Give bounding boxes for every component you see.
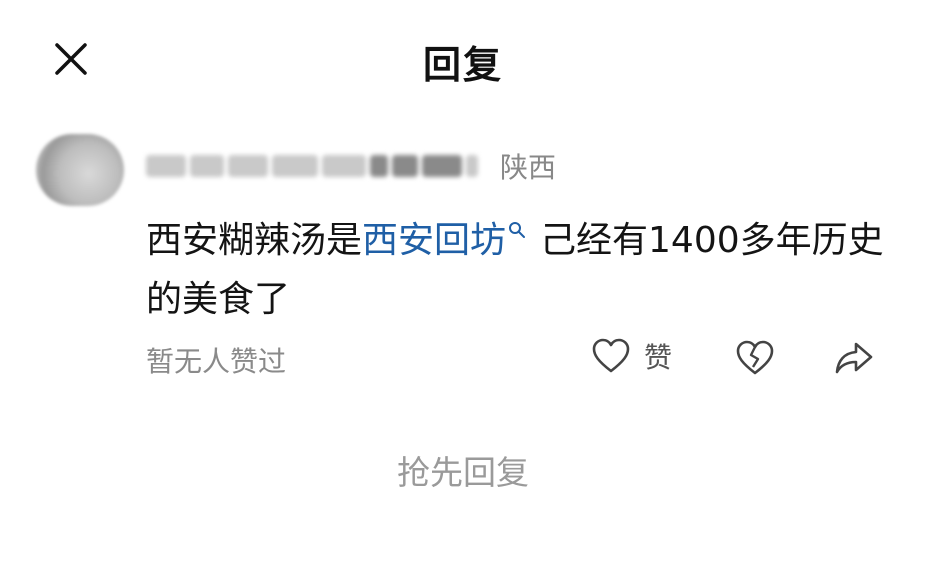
comment-text: 西安糊辣汤是西安回坊 己经有1400多年历史的美食了 xyxy=(146,204,886,329)
location-label: 陕西 xyxy=(500,151,557,184)
search-icon[interactable] xyxy=(508,204,526,263)
reply-first-button[interactable]: 抢先回复 xyxy=(0,446,926,494)
dislike-button[interactable] xyxy=(736,340,774,380)
likes-status: 暂无人赞过 xyxy=(146,345,287,378)
share-icon xyxy=(835,342,873,374)
like-button[interactable]: 赞 xyxy=(592,336,672,376)
avatar[interactable] xyxy=(36,134,124,206)
topic-link[interactable]: 西安回坊 xyxy=(362,220,506,261)
like-label: 赞 xyxy=(644,341,673,374)
header: 回复 xyxy=(0,0,926,120)
comment-actions: 暂无人赞过 赞 xyxy=(146,336,886,382)
comment-text-before: 西安糊辣汤是 xyxy=(146,220,363,261)
broken-heart-icon xyxy=(736,340,774,375)
page-title: 回复 xyxy=(422,43,503,87)
comment-author-row: 陕西 xyxy=(146,148,556,184)
share-button[interactable] xyxy=(834,340,874,380)
username-redacted[interactable] xyxy=(146,155,478,177)
heart-icon xyxy=(592,338,630,373)
